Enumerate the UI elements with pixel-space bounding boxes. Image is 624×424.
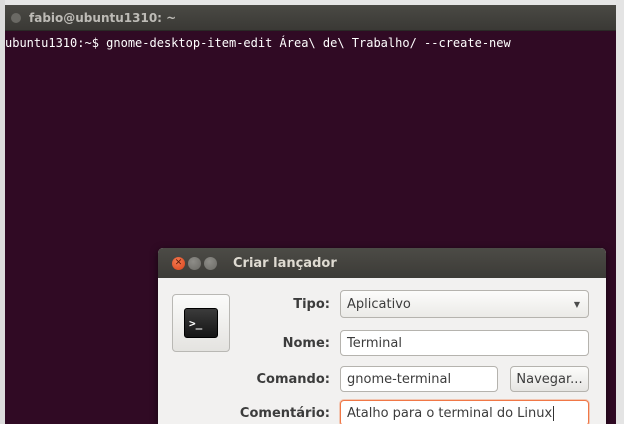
comment-field[interactable]: Atalho para o terminal do Linux [340,400,589,424]
close-icon[interactable]: ✕ [172,256,185,270]
dialog-title: Criar lançador [233,255,337,271]
dialog-titlebar[interactable]: ✕ Criar lançador [158,248,606,278]
create-launcher-dialog: ✕ Criar lançador >_ Tipo: Aplicativo ▼ N… [158,248,606,424]
type-select[interactable]: Aplicativo ▼ [340,290,589,318]
terminal-titlebar[interactable]: fabio@ubuntu1310: ~ [5,5,616,31]
terminal-command-line: ubuntu1310:~$ gnome-desktop-item-edit Ár… [5,36,511,50]
chevron-down-icon: ▼ [573,299,580,309]
desktop-right-edge [616,0,624,424]
terminal-title: fabio@ubuntu1310: ~ [29,10,177,25]
window-control-icon[interactable] [11,12,21,23]
name-label: Nome: [282,335,330,351]
comment-label: Comentário: [239,405,330,421]
launcher-icon-button[interactable]: >_ [172,294,230,352]
comment-field-value: Atalho para o terminal do Linux [347,405,553,421]
type-label: Tipo: [293,296,330,312]
browse-button[interactable]: Navegar... [510,366,589,392]
command-label: Comando: [256,371,330,387]
command-row: Comando: gnome-terminal Navegar... [234,366,589,392]
terminal-icon: >_ [184,308,218,338]
name-row: Nome: Terminal [234,330,589,356]
maximize-icon[interactable] [204,256,217,270]
name-field-value: Terminal [347,335,402,351]
text-cursor [553,405,555,421]
command-field[interactable]: gnome-terminal [340,366,498,392]
command-field-value: gnome-terminal [347,371,452,387]
type-select-value: Aplicativo [347,296,411,312]
name-field[interactable]: Terminal [340,330,589,356]
comment-row: Comentário: Atalho para o terminal do Li… [234,400,589,424]
terminal-output[interactable]: ubuntu1310:~$ gnome-desktop-item-edit Ár… [5,31,616,51]
minimize-icon[interactable] [188,256,201,270]
type-row: Tipo: Aplicativo ▼ [234,290,589,318]
